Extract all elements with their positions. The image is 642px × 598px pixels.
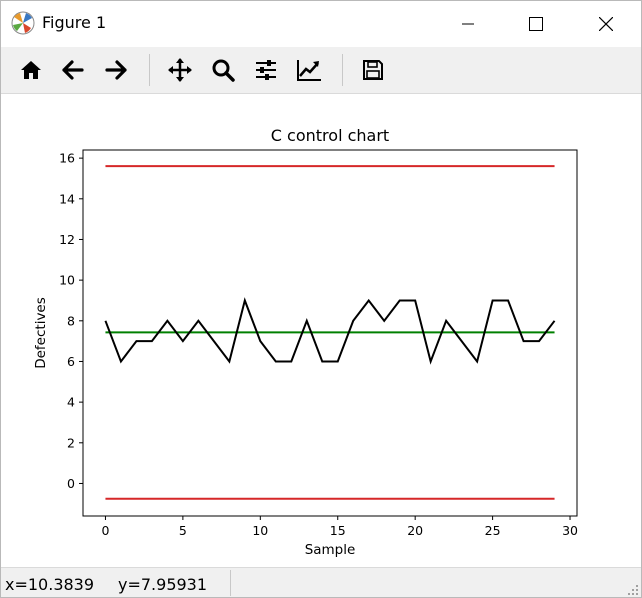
figure-canvas[interactable]: C control chart 0 5 10 15 20 25 30 0 2 4 6 8 10 12 14 16…: [1, 94, 641, 567]
toolbar-separator: [342, 54, 343, 86]
chart-title: C control chart: [271, 126, 389, 145]
cursor-y-readout: y=7.95931: [118, 575, 208, 594]
back-button[interactable]: [58, 55, 88, 85]
window-title: Figure 1: [42, 13, 107, 32]
chart-svg[interactable]: C control chart 0 5 10 15 20 25 30 0 2 4 6 8 10 12 14 16…: [1, 94, 641, 567]
navigation-toolbar: [1, 47, 641, 94]
defectives-series-line: [104, 297, 556, 365]
y-tick-label: 14: [59, 191, 75, 206]
close-icon: [599, 17, 613, 31]
title-bar[interactable]: Figure 1: [1, 1, 641, 47]
x-tick-label: 15: [330, 523, 346, 538]
save-floppy-icon: [363, 60, 383, 80]
configure-subplots-button[interactable]: [251, 55, 281, 85]
home-icon: [21, 61, 41, 79]
y-tick-label: 4: [67, 395, 75, 410]
x-tick-label: 20: [407, 523, 423, 538]
x-tick-label: 5: [179, 523, 187, 538]
save-button[interactable]: [358, 55, 388, 85]
y-tick-label: 10: [59, 273, 75, 288]
x-tick-label: 25: [485, 523, 501, 538]
x-axis-label: Sample: [305, 542, 356, 558]
x-tick-label: 10: [252, 523, 268, 538]
minimize-button[interactable]: [445, 1, 491, 47]
pan-button[interactable]: [165, 55, 195, 85]
y-tick-label: 2: [67, 435, 75, 450]
y-tick-label: 16: [59, 151, 75, 166]
forward-button[interactable]: [101, 55, 131, 85]
cursor-x-readout: x=10.3839: [5, 575, 95, 594]
matplotlib-logo-icon: [11, 11, 35, 35]
resize-grip-icon[interactable]: [627, 584, 639, 596]
forward-arrow-icon: [105, 60, 127, 80]
maximize-icon: [529, 17, 543, 31]
configure-subplots-icon: [256, 60, 276, 80]
x-tick-label: 0: [101, 523, 109, 538]
y-tick-label: 12: [59, 232, 75, 247]
figure-window: Figure 1 C control chart 0 5 10 15 20 25…: [0, 0, 642, 598]
pan-move-icon: [168, 58, 192, 82]
home-button[interactable]: [16, 55, 46, 85]
zoom-magnifier-icon: [212, 59, 235, 82]
toolbar-separator: [149, 54, 150, 86]
maximize-button[interactable]: [513, 1, 559, 47]
y-axis-label: Defectives: [33, 297, 49, 369]
status-bar: x=10.3839 y=7.95931: [1, 567, 641, 597]
x-tick-label: 30: [562, 523, 578, 538]
y-tick-label: 8: [67, 313, 75, 328]
y-tick-label: 6: [67, 354, 75, 369]
minimize-icon: [462, 23, 474, 25]
edit-axis-button[interactable]: [294, 55, 324, 85]
y-tick-label: 0: [67, 476, 75, 491]
close-button[interactable]: [583, 1, 629, 47]
status-separator: [230, 570, 231, 596]
edit-axis-icon: [297, 60, 321, 81]
back-arrow-icon: [62, 60, 84, 80]
zoom-button[interactable]: [208, 55, 238, 85]
